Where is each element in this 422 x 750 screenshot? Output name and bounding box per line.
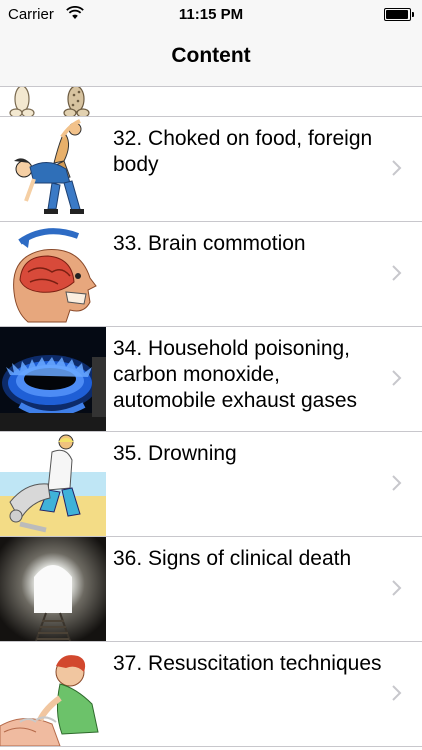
chevron-right-icon [392,685,402,701]
chevron-right-icon [392,580,402,596]
status-time: 11:15 PM [178,6,244,23]
resuscitation-icon [0,642,106,746]
list-item[interactable]: 35. Drowning [0,432,422,537]
bones-illustration-icon [0,87,106,116]
chevron-right-icon [392,265,402,281]
list-item-partial[interactable] [0,87,422,117]
drowning-rescue-icon [0,432,106,536]
item-title: 32. Choked on food, foreign body [113,127,373,176]
item-title: 37. Resuscitation techniques [113,652,382,675]
page-title: Content [171,44,251,67]
item-title: 34. Household poisoning, carbon monoxide… [113,337,357,412]
navigation-bar: Content [0,30,422,87]
light-tunnel-icon [0,537,106,641]
status-bar: Carrier 11:15 PM [0,0,422,30]
list-item[interactable]: 32. Choked on food, foreign body [0,117,422,222]
item-title: 36. Signs of clinical death [113,547,352,570]
list-item[interactable]: 37. Resuscitation techniques [0,642,422,747]
item-title: 35. Drowning [113,442,237,465]
list-item[interactable]: 34. Household poisoning, carbon monoxide… [0,327,422,432]
brain-head-icon [0,222,106,326]
list-item[interactable]: 36. Signs of clinical death [0,537,422,642]
chevron-right-icon [392,475,402,491]
list-item[interactable]: 33. Brain commotion [0,222,422,327]
gas-burner-flame-icon [0,327,106,431]
item-title: 33. Brain commotion [113,232,306,255]
chevron-right-icon [392,370,402,386]
content-list: 32. Choked on food, foreign body 33. Bra… [0,87,422,747]
choking-first-aid-icon [0,117,106,221]
screen: Carrier 11:15 PM Content 32. Choked on f… [0,0,422,750]
chevron-right-icon [392,160,402,176]
battery-icon [384,8,414,21]
